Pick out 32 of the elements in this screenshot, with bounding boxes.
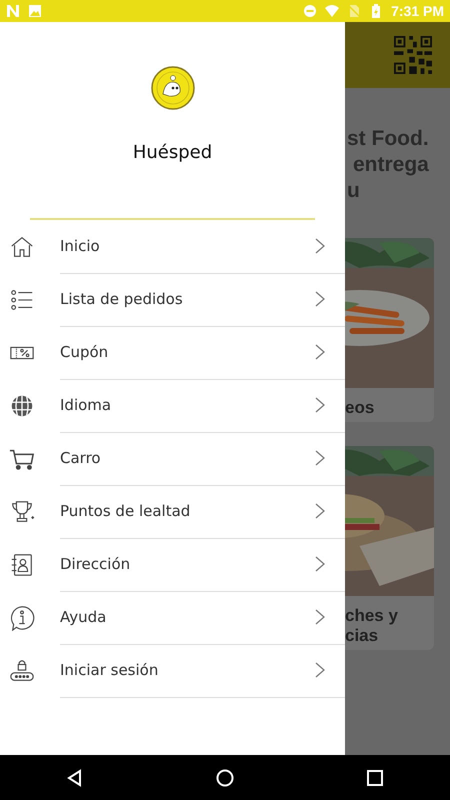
recents-icon[interactable]: [366, 768, 384, 786]
lock-icon: [9, 658, 35, 684]
home-button-icon[interactable]: [216, 768, 234, 786]
logo-icon: [150, 66, 194, 110]
card-title: ches y: [345, 606, 399, 626]
chevron-right-icon: [315, 556, 325, 572]
back-icon[interactable]: [66, 768, 84, 786]
hero-text: st Food.: [347, 126, 430, 152]
card-title: cias: [345, 626, 380, 646]
chevron-right-icon: [315, 450, 325, 466]
chevron-right-icon: [315, 344, 325, 360]
contact-book-icon: [9, 552, 35, 578]
do-not-disturb-icon: [303, 4, 318, 18]
hero-text: entrega: [352, 152, 430, 178]
chevron-right-icon: [315, 291, 325, 307]
info-icon: [9, 604, 35, 630]
image-icon: [28, 4, 42, 18]
chevron-right-icon: [315, 503, 325, 519]
chevron-right-icon: [315, 609, 325, 625]
no-sim-icon: [347, 4, 362, 18]
status-time: 7:31 PM: [391, 3, 444, 19]
user-name: Huésped: [132, 142, 212, 163]
chevron-right-icon: [315, 397, 325, 413]
qr-code-icon[interactable]: [394, 36, 432, 74]
notification-icon: [6, 4, 20, 18]
chevron-right-icon: [315, 238, 325, 254]
menu-item[interactable]: Idioma: [0, 379, 345, 432]
chevron-right-icon: [315, 662, 325, 678]
trophy-icon: [9, 498, 35, 524]
card-title: eos: [345, 398, 376, 418]
wifi-icon: [325, 4, 340, 18]
hero-text: u: [347, 178, 361, 204]
